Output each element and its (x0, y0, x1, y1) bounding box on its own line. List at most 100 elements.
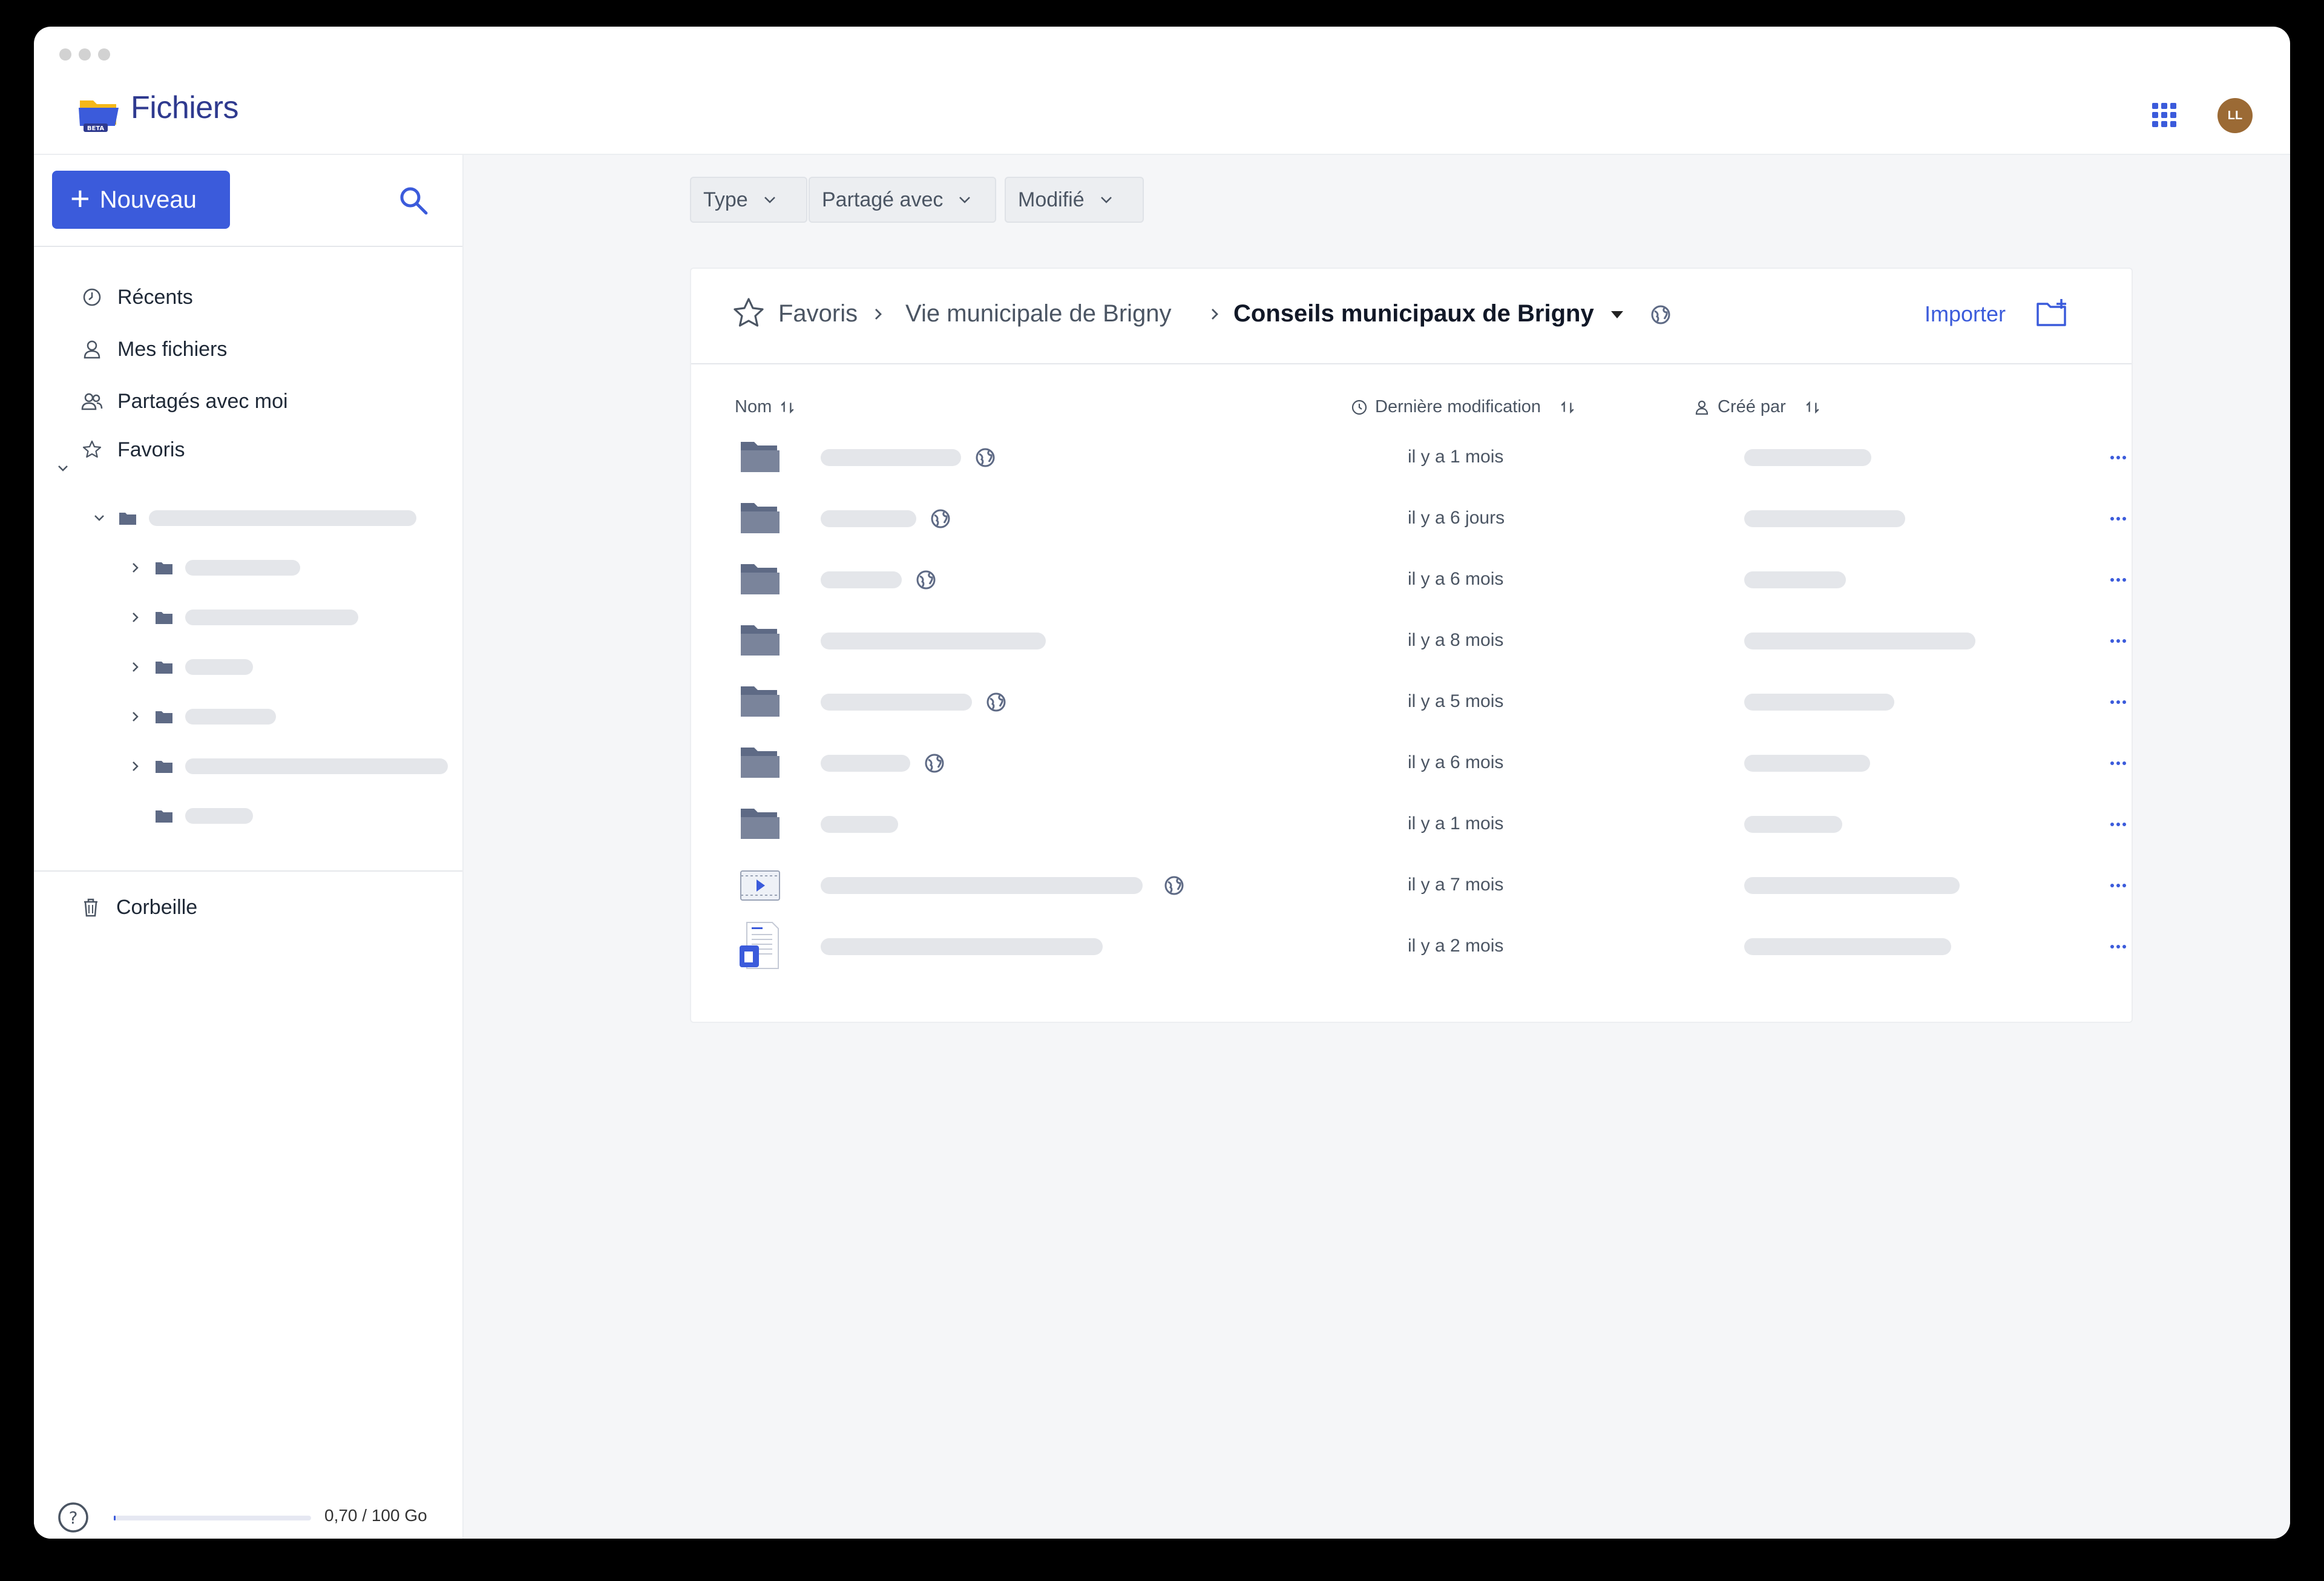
modified-date: il y a 6 mois (1408, 752, 1504, 772)
more-options-icon[interactable] (2106, 629, 2130, 653)
filter-shared-with[interactable]: Partagé avec (809, 177, 996, 223)
caret-down-icon[interactable] (1609, 309, 1626, 321)
more-options-icon[interactable] (2106, 873, 2130, 898)
filter-modified[interactable]: Modifié (1005, 177, 1144, 223)
column-header-modified[interactable]: Dernière modification (1351, 397, 1576, 417)
tree-item[interactable] (128, 655, 253, 679)
item-name-placeholder (185, 808, 253, 824)
breadcrumb-current-folder[interactable]: Conseils municipaux de Brigny (1233, 300, 1594, 327)
clock-icon (83, 288, 101, 306)
user-icon (84, 340, 100, 359)
tree-item[interactable] (128, 605, 358, 629)
trash-icon (84, 898, 97, 917)
folder-icon (156, 711, 172, 723)
star-icon[interactable] (730, 295, 767, 333)
sidebar-item-shared[interactable]: Partagés avec moi (81, 386, 288, 416)
folder-icon (156, 612, 172, 624)
more-options-icon[interactable] (2106, 690, 2130, 714)
import-button[interactable]: Importer (1925, 301, 2006, 327)
beta-badge: BETA (87, 125, 104, 132)
chevron-down-icon (959, 197, 971, 203)
column-label: Dernière modification (1375, 397, 1541, 416)
table-row[interactable]: il y a 5 mois (734, 672, 2126, 730)
creator-placeholder (1744, 816, 1842, 833)
chevron-right-icon[interactable] (128, 709, 143, 724)
modified-date: il y a 6 mois (1408, 569, 1504, 589)
more-options-icon[interactable] (2106, 445, 2130, 470)
top-header: BETA Fichiers LL (34, 27, 2290, 155)
item-name-placeholder (185, 709, 276, 725)
tree-item[interactable] (128, 556, 300, 580)
sort-icon[interactable] (779, 399, 796, 416)
svg-text:?: ? (69, 1508, 78, 1528)
folder-logo-icon[interactable]: BETA (77, 94, 121, 133)
chevron-right-icon[interactable] (128, 560, 143, 575)
tree-item[interactable] (92, 506, 416, 530)
globe-icon (931, 509, 950, 528)
folder-icon (741, 442, 780, 472)
item-name-placeholder (821, 938, 1103, 955)
creator-placeholder (1744, 938, 1951, 955)
plus-icon: + (70, 179, 90, 217)
chevron-right-icon[interactable] (128, 610, 143, 625)
chevron-down-icon[interactable] (56, 461, 70, 476)
star-icon (82, 440, 102, 458)
table-row[interactable]: il y a 2 mois (734, 916, 2126, 975)
new-folder-icon[interactable] (2035, 297, 2071, 330)
sidebar-item-my-files[interactable]: Mes fichiers (81, 334, 227, 364)
globe-icon (916, 570, 936, 590)
more-options-icon[interactable] (2106, 935, 2130, 959)
sort-icon[interactable] (1804, 399, 1821, 416)
item-name-placeholder (821, 816, 898, 833)
more-options-icon[interactable] (2106, 568, 2130, 592)
more-options-icon[interactable] (2106, 751, 2130, 775)
item-name-placeholder (821, 510, 916, 527)
table-row[interactable]: il y a 6 mois (734, 550, 2126, 608)
tree-item[interactable] (128, 754, 448, 778)
filter-type[interactable]: Type (690, 177, 807, 223)
chevron-down-icon (764, 197, 775, 203)
help-icon[interactable]: ? (57, 1501, 90, 1534)
folder-icon (741, 748, 780, 778)
sidebar-item-trash[interactable]: Corbeille (80, 892, 197, 922)
table-row[interactable]: il y a 6 mois (734, 733, 2126, 791)
item-name-placeholder (821, 877, 1143, 894)
modified-date: il y a 5 mois (1408, 691, 1504, 711)
sidebar-item-favorites[interactable]: Favoris (81, 435, 185, 465)
table-row[interactable]: il y a 6 jours (734, 488, 2126, 547)
modified-date: il y a 1 mois (1408, 447, 1504, 467)
sort-icon[interactable] (1559, 399, 1576, 416)
folder-icon (156, 662, 172, 674)
item-name-placeholder (185, 610, 358, 625)
breadcrumb-favorites[interactable]: Favoris (778, 300, 858, 327)
creator-placeholder (1744, 694, 1894, 711)
user-avatar[interactable]: LL (2217, 98, 2253, 133)
tree-item[interactable] (155, 804, 253, 828)
file-browser-panel: Favoris Vie municipale de Brigny Conseil… (690, 268, 2133, 1023)
column-header-name[interactable]: Nom (735, 397, 796, 417)
table-row[interactable]: il y a 1 mois (734, 794, 2126, 852)
search-icon[interactable] (397, 184, 430, 217)
table-row[interactable]: il y a 1 mois (734, 427, 2126, 485)
folder-icon (741, 503, 780, 533)
creator-placeholder (1744, 571, 1846, 588)
chevron-right-icon[interactable] (128, 759, 143, 774)
breadcrumb-parent-folder[interactable]: Vie municipale de Brigny (905, 300, 1172, 327)
new-button-label: Nouveau (99, 186, 197, 213)
sidebar-item-recents[interactable]: Récents (81, 282, 193, 312)
globe-icon (1651, 305, 1670, 324)
storage-usage-text: 0,70 / 100 Go (324, 1506, 427, 1525)
tree-item[interactable] (128, 705, 276, 729)
table-row[interactable]: il y a 8 mois (734, 611, 2126, 669)
more-options-icon[interactable] (2106, 812, 2130, 837)
table-row[interactable]: il y a 7 mois (734, 855, 2126, 913)
new-button[interactable]: + Nouveau (52, 171, 230, 229)
sidebar-divider (34, 870, 462, 872)
main-content: Type Partagé avec Modifié Favoris Vie mu… (464, 155, 2290, 1539)
filter-label: Type (703, 188, 748, 211)
more-options-icon[interactable] (2106, 507, 2130, 531)
chevron-right-icon[interactable] (128, 660, 143, 674)
apps-grid-icon[interactable] (2151, 102, 2178, 128)
chevron-down-icon[interactable] (92, 511, 107, 525)
column-header-created-by[interactable]: Créé par (1693, 397, 1821, 417)
